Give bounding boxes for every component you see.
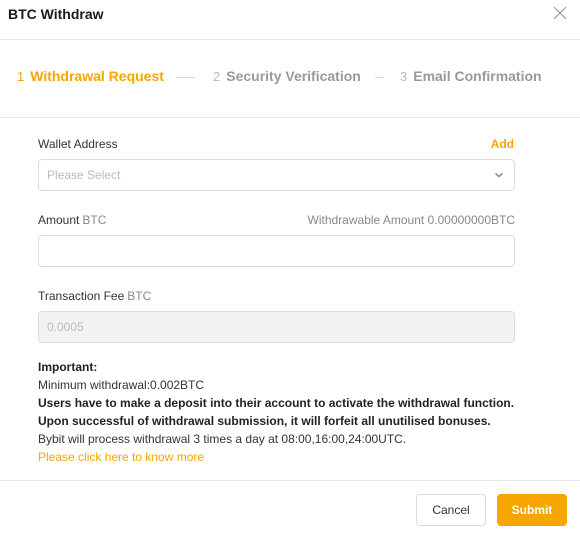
fee-label-text: Transaction Fee [38, 289, 125, 303]
step-label: Security Verification [226, 68, 361, 84]
amount-label: Amount BTC [38, 213, 106, 227]
step-number: 2 [213, 69, 221, 84]
wallet-address-label: Wallet Address [38, 137, 118, 151]
step-separator [177, 77, 195, 78]
withdrawable-value: 0.00000000BTC [427, 213, 515, 227]
fee-value: 0.0005 [47, 320, 84, 334]
transaction-fee-label: Transaction Fee BTC [38, 289, 151, 303]
step-indicator: 1 Withdrawal Request 2 Security Verificati… [0, 40, 580, 118]
amount-label-text: Amount [38, 213, 80, 227]
step-separator [375, 77, 383, 78]
min-withdrawal-note: Minimum withdrawal:0.002BTC [38, 378, 205, 392]
withdrawable-amount: Withdrawable Amount 0.00000000BTC [308, 213, 515, 227]
wallet-address-placeholder: Please Select [47, 168, 121, 182]
step-number: 1 [17, 69, 25, 84]
step-label: Withdrawal Request [30, 68, 164, 84]
know-more-link[interactable]: Please click here to know more [38, 448, 514, 466]
step-label: Email Confirmation [413, 68, 542, 84]
submit-button[interactable]: Submit [497, 494, 567, 526]
chevron-down-icon [495, 173, 503, 178]
dialog-header: BTC Withdraw [0, 0, 580, 40]
footer-divider [0, 480, 580, 481]
fee-unit: BTC [127, 289, 152, 303]
add-wallet-link[interactable]: Add [491, 137, 514, 151]
withdrawable-label: Withdrawable Amount [307, 213, 425, 227]
step-email-confirmation: 3 Email Confirmation [400, 68, 542, 86]
cancel-button[interactable]: Cancel [416, 494, 486, 526]
amount-input[interactable] [38, 235, 515, 267]
dialog-title: BTC Withdraw [8, 6, 104, 22]
bonus-note: Upon successful of withdrawal submission… [38, 414, 491, 428]
deposit-note: Users have to make a deposit into their … [38, 396, 515, 410]
step-security-verification: 2 Security Verification [213, 68, 361, 86]
transaction-fee-field: 0.0005 [38, 311, 515, 343]
notes-heading: Important: [38, 360, 98, 374]
wallet-address-select[interactable]: Please Select [38, 159, 515, 191]
close-icon[interactable] [552, 5, 568, 21]
schedule-note: Bybit will process withdrawal 3 times a … [38, 432, 407, 446]
amount-unit: BTC [82, 213, 107, 227]
important-notes: Important: Minimum withdrawal:0.002BTC U… [38, 358, 514, 466]
step-number: 3 [400, 69, 408, 84]
step-withdrawal-request: 1 Withdrawal Request [17, 68, 164, 86]
